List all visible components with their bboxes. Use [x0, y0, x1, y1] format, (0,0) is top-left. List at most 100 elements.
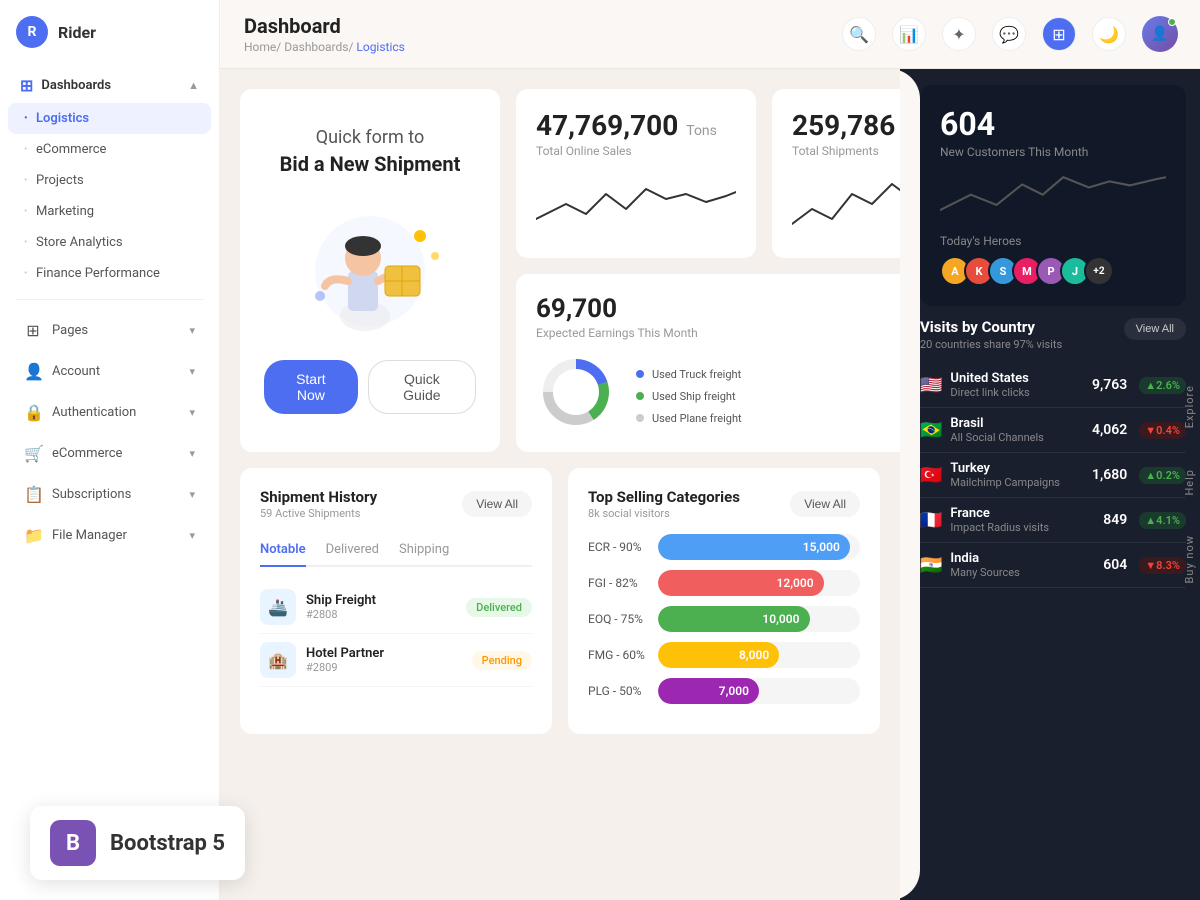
quick-guide-button[interactable]: Quick Guide	[368, 360, 476, 414]
buy-now-label[interactable]: Buy now	[1183, 515, 1196, 603]
bootstrap-label: Bootstrap 5	[110, 831, 225, 856]
flag-tr: 🇹🇷	[920, 465, 942, 486]
bar-chart: ECR - 90% 15,000 FGI - 82% 12,000	[588, 534, 860, 704]
sidebar-item-account[interactable]: 👤 Account ▾	[8, 353, 211, 390]
bar-track-fgi: 12,000	[658, 570, 860, 596]
chevron-down-icon-files: ▾	[189, 529, 195, 542]
user-avatar-wrap: 👤	[1142, 16, 1176, 52]
settings-button[interactable]: ✦	[942, 17, 976, 51]
breadcrumb-home: Home/	[244, 40, 284, 54]
explore-label[interactable]: Explore	[1183, 365, 1196, 448]
sidebar-item-ecommerce[interactable]: eCommerce	[8, 134, 211, 165]
app-logo[interactable]: R Rider	[0, 16, 219, 68]
messages-button[interactable]: 💬	[992, 17, 1026, 51]
heroes-label: Today's Heroes	[940, 234, 1166, 248]
country-list: 🇺🇸 United States Direct link clicks 9,76…	[920, 363, 1186, 588]
bar-row-ecr: ECR - 90% 15,000	[588, 534, 860, 560]
sidebar-item-authentication[interactable]: 🔒 Authentication ▾	[8, 394, 211, 431]
hero-avatar-more[interactable]: +2	[1084, 256, 1114, 286]
sidebar-item-finance-performance[interactable]: Finance Performance	[8, 258, 211, 289]
bar-label-fmg: FMG - 60%	[588, 648, 648, 662]
breadcrumb-dashboards: Dashboards/	[284, 40, 356, 54]
country-br-info: Brasil All Social Channels	[950, 416, 1084, 444]
chart-button[interactable]: 📊	[892, 17, 926, 51]
visits-title-wrap: Visits by Country 20 countries share 97%…	[920, 318, 1062, 351]
flag-br: 🇧🇷	[920, 420, 942, 441]
top-row: Quick form to Bid a New Shipment	[240, 89, 880, 452]
breadcrumb-current: Logistics	[356, 40, 404, 54]
country-br-source: All Social Channels	[950, 431, 1084, 444]
ship-name-1: Ship Freight	[306, 593, 456, 608]
bootstrap-watermark: B Bootstrap 5	[30, 806, 245, 880]
shipment-item-2: 🏨 Hotel Partner #2809 Pending	[260, 634, 532, 687]
tab-delivered[interactable]: Delivered	[326, 534, 379, 567]
start-now-button[interactable]: Start Now	[264, 360, 358, 414]
stats-top-row: 47,769,700 Tons Total Online Sales 259,7…	[516, 89, 900, 258]
sales-label: Total Online Sales	[536, 144, 736, 158]
shipment-icon-1: 🚢	[260, 589, 296, 625]
country-br: 🇧🇷 Brasil All Social Channels 4,062 ▼0.4…	[920, 408, 1186, 453]
tab-shipping[interactable]: Shipping	[399, 534, 449, 567]
shipments-sparkline	[792, 174, 900, 234]
stats-bottom-row: 69,700 Expected Earnings This Month	[516, 274, 900, 452]
country-us-visits: 9,763	[1092, 377, 1127, 393]
bar-row-eoq: EOQ - 75% 10,000	[588, 606, 860, 632]
customers-sparkline	[940, 169, 1166, 220]
sidebar-item-ecommerce-nav[interactable]: 🛒 eCommerce ▾	[8, 435, 211, 472]
shipment-history-title-wrap: Shipment History 59 Active Shipments	[260, 488, 377, 520]
sidebar-item-store-analytics[interactable]: Store Analytics	[8, 227, 211, 258]
top-selling-subtitle: 8k social visitors	[588, 507, 740, 520]
visits-view-all-button[interactable]: View All	[1124, 318, 1186, 340]
top-selling-header: Top Selling Categories 8k social visitor…	[588, 488, 860, 520]
country-br-visits: 4,062	[1092, 422, 1127, 438]
flag-in: 🇮🇳	[920, 555, 942, 576]
top-selling-view-all-button[interactable]: View All	[790, 491, 860, 517]
chevron-down-icon: ▾	[189, 324, 195, 337]
stats-column: 47,769,700 Tons Total Online Sales 259,7…	[516, 89, 900, 452]
file-manager-icon: 📁	[24, 526, 42, 545]
total-sales-card: 47,769,700 Tons Total Online Sales	[516, 89, 756, 258]
sidebar-item-projects[interactable]: Projects	[8, 165, 211, 196]
banner-subtitle: Bid a New Shipment	[280, 152, 461, 176]
visits-title: Visits by Country	[920, 318, 1062, 336]
ecommerce-nav-label: eCommerce	[52, 446, 122, 461]
country-us-info: United States Direct link clicks	[950, 371, 1084, 399]
legend-ship: Used Ship freight 21%	[636, 389, 900, 403]
country-us: 🇺🇸 United States Direct link clicks 9,76…	[920, 363, 1186, 408]
visits-header: Visits by Country 20 countries share 97%…	[920, 318, 1186, 351]
shipment-history-header: Shipment History 59 Active Shipments Vie…	[260, 488, 532, 520]
sidebar-item-subscriptions[interactable]: 📋 Subscriptions ▾	[8, 476, 211, 513]
subscriptions-label: Subscriptions	[52, 487, 131, 502]
pages-label: Pages	[52, 323, 88, 338]
sidebar-item-marketing[interactable]: Marketing	[8, 196, 211, 227]
dark-mode-button[interactable]: 🌙	[1092, 17, 1126, 51]
truck-label: Used Truck freight	[652, 368, 741, 381]
sidebar-item-logistics[interactable]: Logistics	[8, 103, 211, 134]
ship-status-1: Delivered	[466, 598, 532, 617]
help-label[interactable]: Help	[1183, 449, 1196, 516]
freight-legend: Used Truck freight 45% Used Ship freight…	[636, 359, 900, 425]
bar-label-fgi: FGI - 82%	[588, 576, 648, 590]
dashboards-group[interactable]: ⊞ Dashboards ▲	[8, 68, 211, 103]
banner-title: Quick form to	[316, 127, 425, 148]
earnings-card: 69,700 Expected Earnings This Month	[516, 274, 900, 452]
truck-dot	[636, 370, 644, 378]
grid-button[interactable]: ⊞	[1042, 17, 1076, 51]
sidebar: R Rider ⊞ Dashboards ▲ Logistics eCommer…	[0, 0, 220, 900]
dashboards-label: Dashboards	[41, 78, 111, 93]
shipment-view-all-button[interactable]: View All	[462, 491, 532, 517]
plane-label: Used Plane freight	[652, 412, 742, 425]
bar-fill-plg: 7,000	[658, 678, 759, 704]
total-sales-value: 47,769,700 Tons	[536, 109, 736, 142]
top-selling-card: Top Selling Categories 8k social visitor…	[568, 468, 880, 734]
search-button[interactable]: 🔍	[842, 17, 876, 51]
country-us-name: United States	[950, 371, 1084, 386]
sidebar-item-pages[interactable]: ⊞ Pages ▾	[8, 312, 211, 349]
shipment-history-card: Shipment History 59 Active Shipments Vie…	[240, 468, 552, 734]
tab-notable[interactable]: Notable	[260, 534, 306, 567]
donut-container: Used Truck freight 45% Used Ship freight…	[536, 352, 900, 432]
chevron-down-icon-account: ▾	[189, 365, 195, 378]
country-tr-name: Turkey	[950, 461, 1084, 476]
sidebar-item-file-manager[interactable]: 📁 File Manager ▾	[8, 517, 211, 554]
country-fr-info: France Impact Radius visits	[950, 506, 1095, 534]
